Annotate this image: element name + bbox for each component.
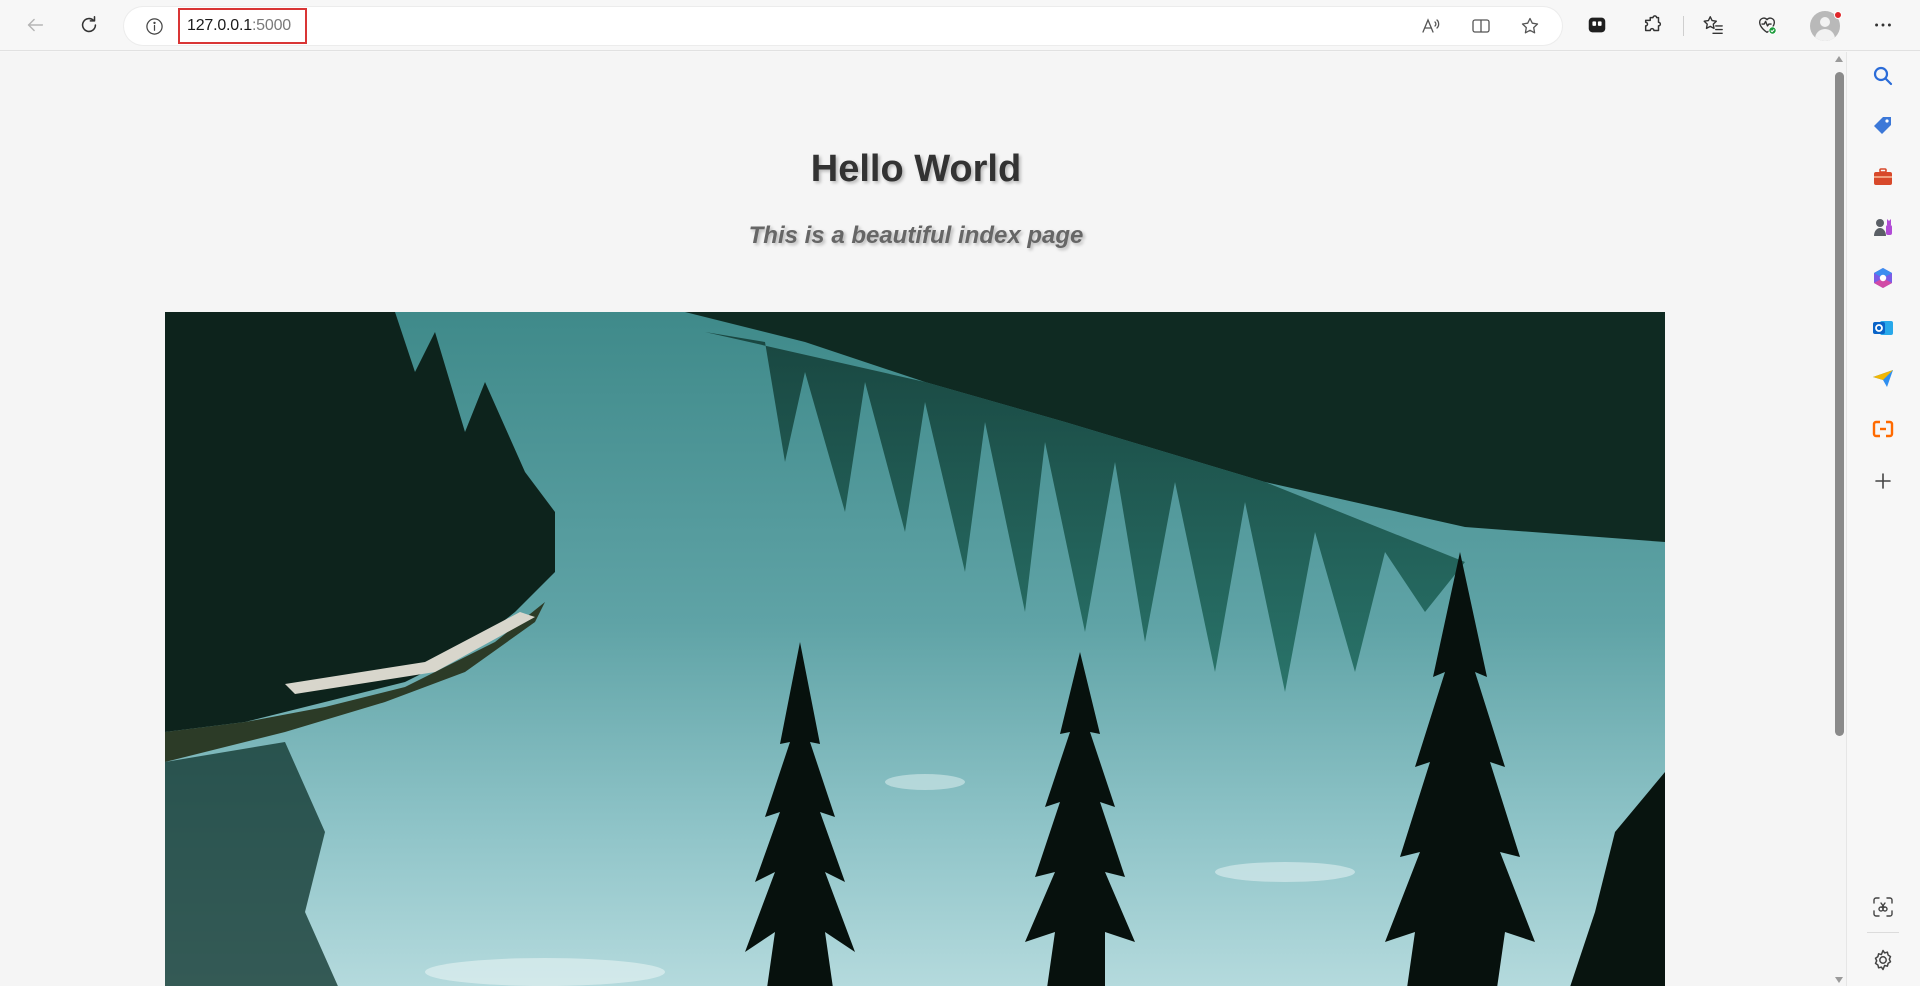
favorites-button[interactable] bbox=[1696, 8, 1730, 42]
outlook-icon bbox=[1873, 321, 1893, 335]
toolbar-divider bbox=[1683, 16, 1684, 36]
tools-briefcase-icon bbox=[1874, 168, 1892, 185]
sidebar-search-button[interactable] bbox=[1870, 63, 1896, 89]
drop-send-icon bbox=[1873, 370, 1893, 387]
read-aloud-button[interactable] bbox=[1420, 15, 1442, 37]
search-icon bbox=[1873, 66, 1893, 86]
sidebar-games-button[interactable] bbox=[1870, 214, 1896, 240]
page-subtitle: This is a beautiful index page bbox=[748, 222, 1084, 249]
split-screen-button[interactable] bbox=[1470, 15, 1492, 37]
sidebar-separator bbox=[1867, 932, 1899, 933]
url-highlight[interactable]: 127.0.0.1:5000 bbox=[178, 8, 307, 44]
browser-essentials-button[interactable] bbox=[1750, 8, 1784, 42]
sidebar-alibaba-cloud-button[interactable] bbox=[1870, 416, 1896, 442]
refresh-icon bbox=[81, 15, 97, 33]
favorites-icon bbox=[1703, 16, 1723, 34]
collections-icon bbox=[1588, 17, 1606, 33]
more-menu-button[interactable] bbox=[1866, 8, 1900, 42]
alibaba-cloud-icon bbox=[1872, 420, 1894, 438]
sidebar-microsoft-365-button[interactable] bbox=[1870, 265, 1896, 291]
scrollbar-thumb[interactable] bbox=[1835, 72, 1844, 736]
sidebar-shopping-button[interactable] bbox=[1870, 113, 1896, 139]
address-bar[interactable]: 127.0.0.1:5000 bbox=[124, 7, 1562, 45]
sidebar-screenshot-button[interactable] bbox=[1870, 894, 1896, 920]
scroll-down-arrow-icon[interactable] bbox=[1835, 977, 1843, 983]
sidebar-outlook-button[interactable] bbox=[1870, 315, 1896, 341]
site-info-icon bbox=[145, 17, 163, 35]
sidebar-drop-button[interactable] bbox=[1870, 365, 1896, 391]
url-host: 127.0.0.1 bbox=[187, 17, 252, 34]
hero-image-lake-forest bbox=[165, 312, 1665, 986]
read-aloud-icon bbox=[1422, 18, 1440, 33]
browser-toolbar: 127.0.0.1:5000 bbox=[0, 0, 1920, 51]
collections-button[interactable] bbox=[1580, 8, 1614, 42]
games-icon bbox=[1874, 219, 1892, 236]
sidebar-add-button[interactable] bbox=[1870, 468, 1896, 494]
refresh-button[interactable] bbox=[72, 8, 106, 42]
page-title: Hello World bbox=[810, 148, 1022, 190]
split-screen-icon bbox=[1472, 19, 1490, 33]
shopping-tag-icon bbox=[1874, 117, 1891, 134]
microsoft-365-icon bbox=[1874, 268, 1892, 288]
sidebar-settings-button[interactable] bbox=[1870, 947, 1896, 973]
settings-gear-icon bbox=[1874, 949, 1892, 971]
avatar-body bbox=[1815, 29, 1835, 41]
edge-sidebar bbox=[1846, 52, 1920, 986]
extensions-icon bbox=[1644, 15, 1662, 32]
profile-notification-badge bbox=[1834, 11, 1842, 19]
back-arrow-icon bbox=[27, 18, 44, 32]
favorite-star-icon bbox=[1521, 17, 1539, 34]
browser-essentials-icon bbox=[1758, 17, 1777, 35]
scroll-up-arrow-icon[interactable] bbox=[1835, 56, 1843, 62]
extensions-button[interactable] bbox=[1636, 8, 1670, 42]
site-info-button[interactable] bbox=[144, 16, 164, 36]
screenshot-icon bbox=[1873, 897, 1893, 917]
back-button[interactable] bbox=[18, 8, 52, 42]
lake-forest-illustration bbox=[165, 312, 1665, 986]
sidebar-tools-button[interactable] bbox=[1870, 164, 1896, 190]
avatar-head bbox=[1820, 17, 1830, 27]
page-viewport: Hello World This is a beautiful index pa… bbox=[0, 52, 1832, 986]
url-port: :5000 bbox=[251, 17, 291, 34]
more-menu-icon bbox=[1875, 23, 1891, 27]
page-scrollbar[interactable] bbox=[1832, 52, 1846, 986]
add-icon bbox=[1875, 473, 1891, 489]
favorite-button[interactable] bbox=[1519, 15, 1541, 37]
